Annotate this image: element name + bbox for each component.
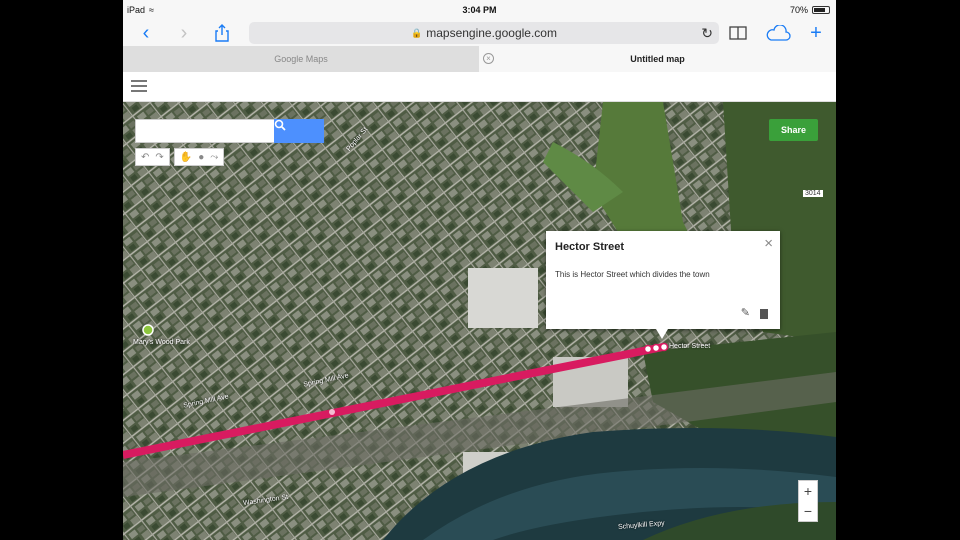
marker-icon[interactable]: ● [198, 152, 204, 163]
forward-button[interactable]: › [171, 21, 197, 45]
cloud-tabs-button[interactable] [763, 21, 793, 45]
trash-icon[interactable] [760, 309, 768, 319]
battery-percent: 70% [789, 5, 808, 15]
hand-icon[interactable]: ✋ [180, 152, 192, 163]
back-button[interactable]: ‹ [133, 21, 159, 45]
cloud-icon [766, 25, 791, 41]
share-button[interactable] [209, 21, 235, 45]
search-button[interactable] [274, 119, 324, 143]
browser-toolbar: ‹ › 🔒 mapsengine.google.com ↻ + [123, 20, 836, 46]
battery-icon [812, 6, 830, 14]
close-icon[interactable]: × [483, 53, 494, 64]
street-label-hector: Hector Street [669, 343, 711, 350]
menu-icon[interactable] [131, 80, 147, 92]
plus-icon: + [810, 21, 822, 44]
lock-icon: 🔒 [411, 27, 423, 38]
chevron-right-icon: › [180, 21, 188, 44]
close-icon[interactable]: × [764, 235, 773, 252]
popup-description: This is Hector Street which divides the … [555, 270, 710, 279]
map-tools: ↶ ↷ ✋ ● ⤳ [135, 148, 225, 166]
book-icon [729, 26, 747, 40]
undo-redo-group: ↶ ↷ [135, 148, 170, 166]
maps-header [123, 72, 836, 102]
route-shield: 3014 [803, 190, 823, 197]
tab-label: Google Maps [274, 54, 328, 64]
undo-icon[interactable]: ↶ [141, 152, 149, 163]
zoom-in-button[interactable]: + [804, 483, 812, 499]
ipad-screen: iPad ≈ 3:04 PM 70% ‹ › 🔒 mapsengine.goog… [123, 0, 836, 540]
draw-tools-group: ✋ ● ⤳ [173, 148, 225, 166]
redo-icon[interactable]: ↷ [155, 152, 163, 163]
zoom-out-button[interactable]: − [804, 503, 812, 519]
tab-untitled-map[interactable]: × Untitled map [479, 46, 836, 72]
tab-label: Untitled map [630, 54, 685, 64]
search-icon [274, 119, 286, 131]
search-input[interactable] [135, 119, 275, 143]
share-map-button[interactable]: Share [769, 119, 818, 141]
new-tab-button[interactable]: + [803, 21, 829, 45]
tab-strip: Google Maps × Untitled map [123, 46, 836, 72]
tab-google-maps[interactable]: Google Maps [123, 46, 479, 72]
popup-title: Hector Street [555, 241, 625, 253]
info-popup: Hector Street × This is Hector Street wh… [546, 231, 780, 339]
chevron-left-icon: ‹ [142, 21, 150, 44]
pencil-icon[interactable]: ✎ [741, 306, 750, 319]
zoom-control: + − [798, 480, 818, 522]
draw-line-icon[interactable]: ⤳ [210, 152, 218, 163]
url-text: mapsengine.google.com [426, 26, 557, 40]
share-icon [215, 24, 229, 42]
park-label: Mary's Wood Park [133, 339, 190, 346]
map-canvas[interactable]: Hector Street Spring Mill Ave Washington… [123, 102, 836, 540]
url-bar[interactable]: 🔒 mapsengine.google.com ↻ [249, 22, 719, 44]
status-time: 3:04 PM [462, 5, 497, 15]
reload-icon[interactable]: ↻ [701, 25, 713, 42]
status-bar: iPad ≈ 3:04 PM 70% [123, 0, 836, 20]
bookmarks-button[interactable] [725, 21, 751, 45]
